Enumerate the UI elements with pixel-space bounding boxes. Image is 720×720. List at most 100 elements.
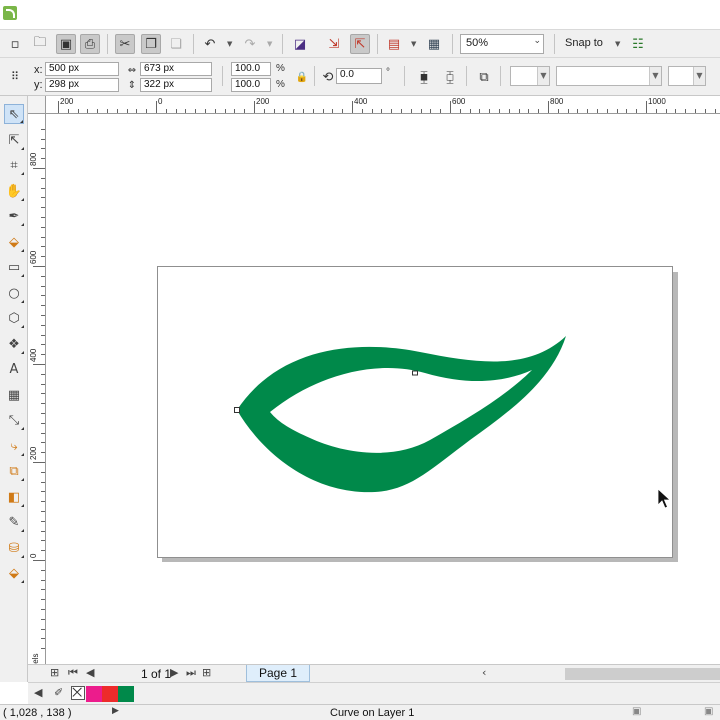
copy-icon[interactable]: ❐: [141, 34, 161, 54]
fill-indicator-icon[interactable]: ▣: [632, 706, 641, 717]
snap-to-button[interactable]: Snap to: [565, 37, 603, 49]
previous-page-icon[interactable]: ◀: [86, 666, 94, 679]
ruler-minor-tick: [205, 109, 206, 113]
width-field[interactable]: 673 px: [140, 62, 212, 76]
document-page[interactable]: [157, 266, 673, 558]
text-tool-icon[interactable]: A: [4, 359, 24, 379]
horizontal-scrollbar-thumb[interactable]: [565, 668, 720, 680]
ruler-minor-tick: [469, 109, 471, 113]
snap-dropdown-icon[interactable]: ▼: [615, 40, 620, 48]
ruler-minor-tick: [293, 109, 295, 113]
ruler-minor-tick: [714, 109, 716, 113]
undo-dropdown-icon[interactable]: ▼: [227, 40, 232, 48]
redo-icon[interactable]: ↷: [240, 34, 260, 54]
outline-width-select[interactable]: ▼: [668, 66, 706, 86]
lock-ratio-icon[interactable]: 🔒: [292, 67, 312, 87]
connector-tool-icon[interactable]: ⤷: [4, 436, 24, 456]
chevron-down-icon[interactable]: ⌄: [533, 36, 541, 46]
rectangle-tool-icon[interactable]: ▭: [4, 257, 24, 277]
ruler-major-tick: [156, 101, 157, 113]
mirror-vertical-icon[interactable]: ⧮: [440, 67, 460, 87]
scale-y-field[interactable]: 100.0: [231, 78, 271, 92]
cut-icon[interactable]: ✂: [115, 34, 135, 54]
ruler-minor-tick: [41, 618, 45, 620]
ruler-minor-tick: [430, 109, 432, 113]
crop-tool-icon[interactable]: ⌗: [4, 155, 24, 175]
x-position-field[interactable]: 500 px: [45, 62, 119, 76]
eyedropper-palette-icon[interactable]: ✐: [54, 686, 63, 699]
outline-style-select[interactable]: ▼: [556, 66, 662, 86]
transparency-tool-icon[interactable]: ◧: [4, 487, 24, 507]
search-content-icon[interactable]: ◪: [290, 34, 310, 54]
ruler-minor-tick: [41, 334, 45, 336]
chevron-down-icon[interactable]: ▼: [649, 67, 661, 85]
vertical-ruler[interactable]: 800 600 400 200 0: [28, 114, 46, 682]
interactive-fill-tool-icon[interactable]: ⬙: [4, 563, 24, 583]
horizontal-ruler[interactable]: 200 0 200 400 600 800 1000: [46, 96, 720, 114]
fill-tool-icon[interactable]: ⛁: [4, 538, 24, 558]
tab-page-1[interactable]: Page 1: [246, 665, 310, 682]
ruler-minor-tick: [41, 305, 45, 307]
toolbar-separator: [404, 66, 405, 86]
publish-pdf-icon[interactable]: ▤: [384, 34, 404, 54]
zoom-level-select[interactable]: 50% ⌄: [460, 34, 544, 54]
ruler-minor-tick: [41, 128, 45, 130]
ellipse-tool-icon[interactable]: ○: [4, 283, 24, 303]
last-page-icon[interactable]: ⏭: [186, 666, 196, 680]
property-bar: ⠿ x: 500 px y: 298 px ⇔ 673 px ⇕ 322 px …: [0, 58, 720, 96]
blend-tool-icon[interactable]: ⧉: [4, 461, 24, 481]
undo-icon[interactable]: ↶: [200, 34, 220, 54]
wrap-text-icon[interactable]: ⧉: [474, 67, 494, 87]
print-icon[interactable]: ⎙: [80, 34, 100, 54]
palette-scroll-icon[interactable]: ◀: [34, 686, 42, 699]
no-fill-swatch[interactable]: [71, 686, 85, 700]
ruler-minor-tick: [371, 109, 373, 113]
add-page-before-icon[interactable]: ⊞: [50, 666, 59, 679]
next-page-icon[interactable]: ▶: [170, 666, 178, 679]
ruler-label: 800: [29, 152, 38, 166]
scale-x-field[interactable]: 100.0: [231, 62, 271, 76]
redo-dropdown-icon[interactable]: ▼: [267, 40, 272, 48]
shape-tool-icon[interactable]: ⇱: [4, 130, 24, 150]
freehand-tool-icon[interactable]: ✒: [4, 206, 24, 226]
ruler-minor-tick: [557, 109, 559, 113]
pick-tool-icon[interactable]: ⇖: [4, 104, 24, 124]
outline-color-select[interactable]: ▼: [510, 66, 550, 86]
palette-swatch[interactable]: [118, 686, 134, 702]
scroll-left-icon[interactable]: ‹: [482, 666, 486, 679]
ruler-minor-tick: [244, 109, 246, 113]
zoom-tool-icon[interactable]: ✋: [4, 181, 24, 201]
smart-fill-tool-icon[interactable]: ⬙: [4, 232, 24, 252]
chevron-down-icon[interactable]: ▼: [537, 67, 549, 85]
basic-shapes-tool-icon[interactable]: ❖: [4, 334, 24, 354]
eyedropper-tool-icon[interactable]: ✎: [4, 512, 24, 532]
palette-swatch[interactable]: [86, 686, 102, 702]
status-expand-icon[interactable]: ▶: [112, 706, 119, 716]
add-page-after-icon[interactable]: ⊞: [202, 666, 211, 679]
table-tool-icon[interactable]: ▦: [4, 385, 24, 405]
chevron-down-icon[interactable]: ▼: [693, 67, 705, 85]
publish-dropdown-icon[interactable]: ▼: [411, 40, 416, 48]
y-position-field[interactable]: 298 px: [45, 78, 119, 92]
palette-swatch[interactable]: [102, 686, 118, 702]
open-icon[interactable]: 🗀: [30, 34, 50, 54]
app-launcher-icon[interactable]: ▦: [424, 34, 444, 54]
ruler-origin[interactable]: [28, 96, 46, 114]
rotation-field[interactable]: 0.0: [336, 68, 382, 84]
save-icon[interactable]: ▣: [56, 34, 76, 54]
toolbar-separator: [222, 66, 223, 86]
object-presets-icon[interactable]: ⠿: [5, 66, 25, 86]
first-page-icon[interactable]: ⏮: [68, 666, 78, 680]
import-icon[interactable]: ⇲: [324, 34, 344, 54]
paste-icon[interactable]: ❏: [166, 34, 186, 54]
ruler-minor-tick: [499, 109, 500, 113]
mirror-horizontal-icon[interactable]: ⧯: [414, 67, 434, 87]
polygon-tool-icon[interactable]: ⬡: [4, 308, 24, 328]
outline-indicator-icon[interactable]: ▣: [704, 706, 713, 717]
new-icon[interactable]: ▫: [5, 34, 25, 54]
dimension-tool-icon[interactable]: ⤡: [4, 410, 24, 430]
ruler-minor-tick: [41, 187, 45, 189]
height-field[interactable]: 322 px: [140, 78, 212, 92]
options-icon[interactable]: ☷: [628, 34, 648, 54]
export-icon[interactable]: ⇱: [350, 34, 370, 54]
